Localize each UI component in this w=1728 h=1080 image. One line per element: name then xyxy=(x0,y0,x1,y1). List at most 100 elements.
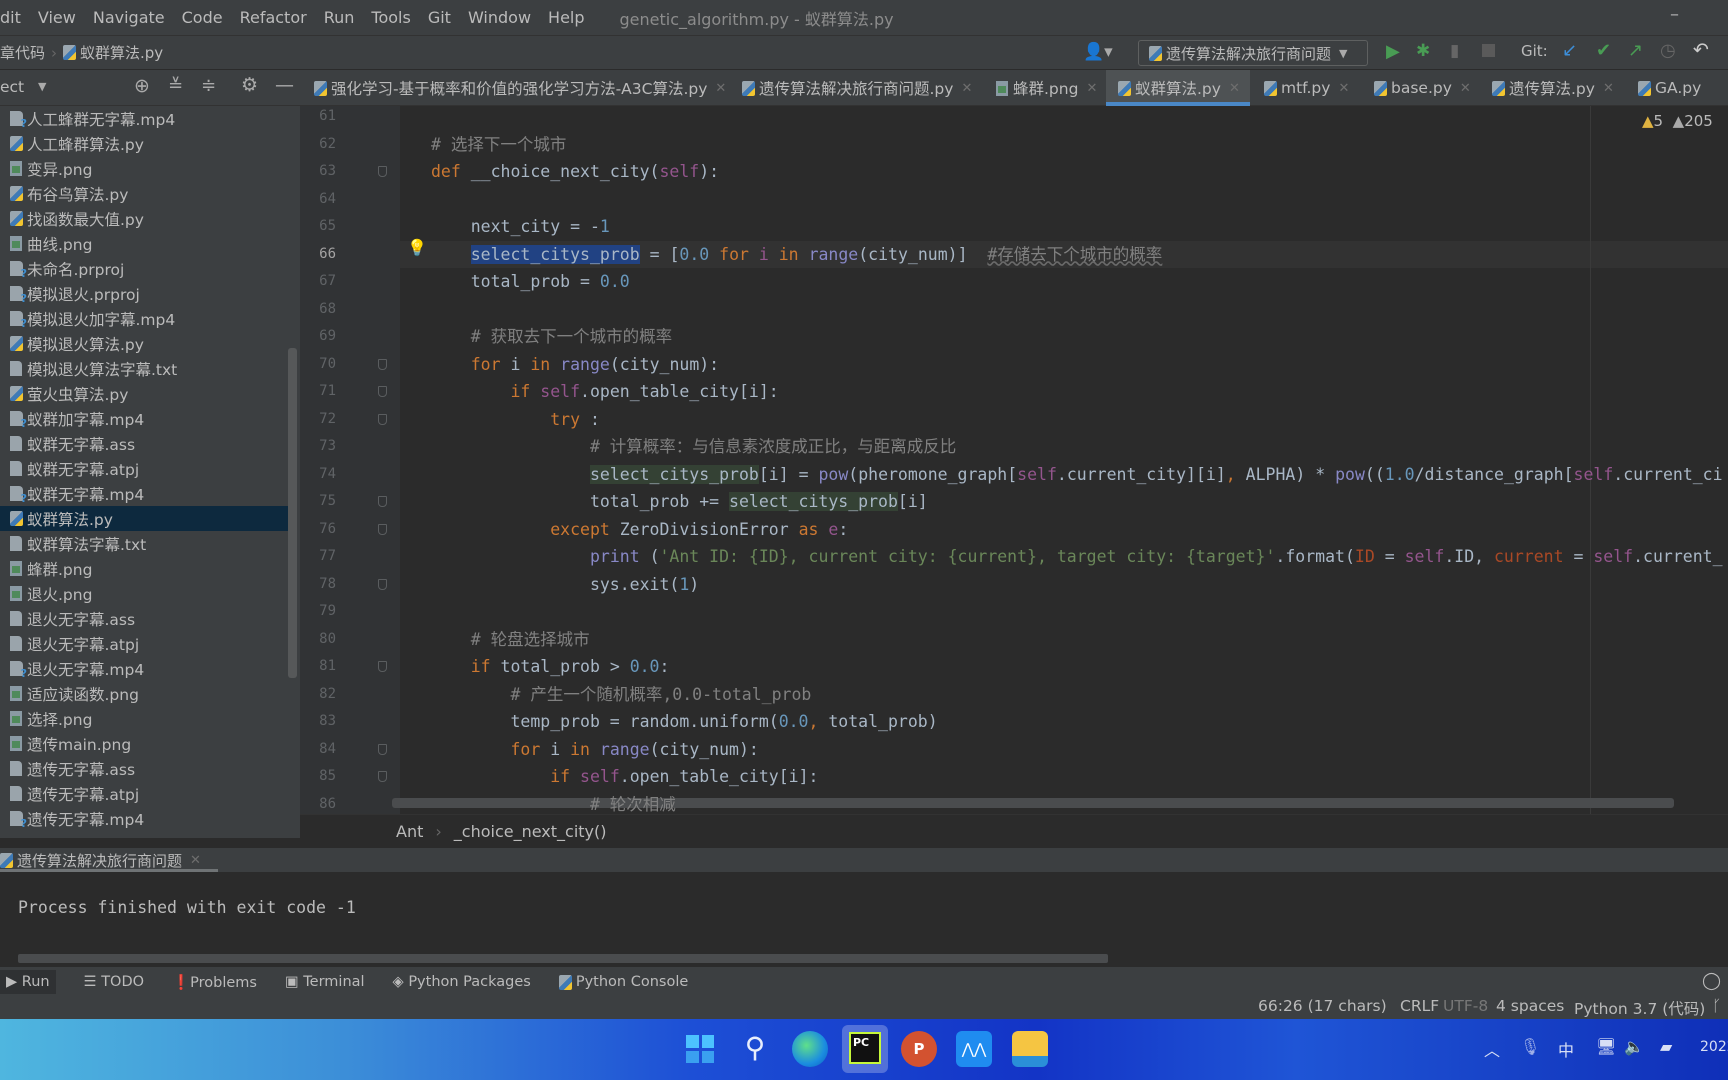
battery-icon[interactable]: ▰ xyxy=(1660,1037,1672,1056)
fold-marker-icon[interactable] xyxy=(378,578,387,590)
tab-ga[interactable]: GA.py xyxy=(1638,70,1701,106)
locate-icon[interactable]: ⊕ xyxy=(134,75,150,97)
fold-marker-icon[interactable] xyxy=(378,743,387,755)
fold-marker-icon[interactable] xyxy=(378,386,387,397)
menu-refactor[interactable]: Refactor xyxy=(240,8,307,27)
close-icon[interactable]: ✕ xyxy=(1460,81,1471,96)
file-item[interactable]: 蚁群加字幕.mp4 xyxy=(0,406,290,431)
tray-expand-icon[interactable]: ︿ xyxy=(1484,1037,1500,1061)
collapse-all-icon[interactable]: ≑ xyxy=(201,75,216,96)
file-item[interactable]: 曲线.png xyxy=(0,231,290,256)
app-icon[interactable]: ⋀⋀ xyxy=(956,1031,992,1067)
rollback-icon[interactable]: ↶ xyxy=(1693,39,1709,61)
toolwindow-run[interactable]: ▶ Run xyxy=(0,970,56,994)
file-item[interactable]: 萤火虫算法.py xyxy=(0,381,290,406)
file-item[interactable]: 模拟退火算法.py xyxy=(0,331,290,356)
toolwindow-problems[interactable]: ❗Problems xyxy=(172,974,257,991)
fold-marker-icon[interactable] xyxy=(378,523,387,535)
file-item[interactable]: 蚁群无字幕.ass xyxy=(0,431,290,456)
file-item[interactable]: 蚁群无字幕.atpj xyxy=(0,456,290,481)
menu-git[interactable]: Git xyxy=(428,8,451,27)
file-item[interactable]: 蜂群.png xyxy=(0,556,290,581)
git-update-icon[interactable]: ↙ xyxy=(1562,40,1577,61)
indent-setting[interactable]: 4 spaces xyxy=(1496,997,1564,1015)
breadcrumb-parent[interactable]: 章代码 xyxy=(0,42,45,63)
network-icon[interactable]: 🖥 xyxy=(1596,1037,1616,1056)
powerpoint-icon[interactable]: P xyxy=(901,1031,937,1067)
toolwindow-terminal[interactable]: ▣ Terminal xyxy=(285,974,365,990)
lightbulb-icon[interactable]: 💡 xyxy=(407,238,427,257)
console-scrollbar[interactable] xyxy=(18,954,1108,963)
close-icon[interactable]: ✕ xyxy=(1338,81,1349,96)
breadcrumb-method[interactable]: _choice_next_city() xyxy=(454,822,607,841)
pycharm-taskbar-button[interactable]: PC xyxy=(842,1025,888,1073)
file-item[interactable]: 布谷鸟算法.py xyxy=(0,181,290,206)
menu-tools[interactable]: Tools xyxy=(371,8,410,27)
tab-bee-png[interactable]: 蜂群.png ✕ xyxy=(996,70,1105,106)
run-tab-label[interactable]: 遗传算法解决旅行商问题 xyxy=(17,850,182,871)
git-branch-icon[interactable]: ᚴ xyxy=(1712,997,1721,1015)
file-item[interactable]: 遗传无字幕.mp4 xyxy=(0,806,290,831)
file-item[interactable]: 选择.png xyxy=(0,706,290,731)
coverage-icon[interactable]: ▮ xyxy=(1450,41,1459,61)
close-icon[interactable]: ✕ xyxy=(190,853,201,868)
toolwindow-python-packages[interactable]: ◈ Python Packages xyxy=(393,974,531,990)
file-item[interactable]: 人工蜂群算法.py xyxy=(0,131,290,156)
ime-indicator[interactable]: 中 xyxy=(1558,1037,1574,1061)
file-item[interactable]: 遗传无字幕.ass xyxy=(0,756,290,781)
git-push-icon[interactable]: ↗ xyxy=(1628,40,1643,61)
file-item[interactable]: 变异.png xyxy=(0,156,290,181)
project-view-label[interactable]: ect xyxy=(0,78,24,96)
fold-marker-icon[interactable] xyxy=(378,771,387,782)
file-item[interactable]: 未命名.prproj xyxy=(0,256,290,281)
close-icon[interactable]: ✕ xyxy=(715,81,726,96)
menu-window[interactable]: Window xyxy=(468,8,531,27)
file-item[interactable]: 蚁群算法字幕.txt xyxy=(0,531,290,556)
close-icon[interactable]: ✕ xyxy=(1603,81,1614,96)
file-item[interactable]: 模拟退火加字幕.mp4 xyxy=(0,306,290,331)
breadcrumb-class[interactable]: Ant xyxy=(396,822,423,841)
minimize-button[interactable]: – xyxy=(1670,4,1679,25)
file-item[interactable]: 退火.png xyxy=(0,581,290,606)
history-icon[interactable]: ◷ xyxy=(1660,40,1676,61)
run-config-dropdown[interactable]: 遗传算法解决旅行商问题 ▼ xyxy=(1138,40,1368,66)
toolwindow-python-console[interactable]: Python Console xyxy=(558,974,688,990)
file-item[interactable]: 找函数最大值.py xyxy=(0,206,290,231)
search-icon[interactable]: ⚲ xyxy=(737,1031,773,1067)
code-editor[interactable]: 61 62 63 64 65 66 67 68 69 70 71 72 73 74 75 76 77 78 79 80… xyxy=(300,106,1728,814)
close-icon[interactable]: ✕ xyxy=(1229,81,1240,96)
file-item[interactable]: 蚁群算法.py xyxy=(0,506,290,531)
file-item[interactable]: 退火无字幕.atpj xyxy=(0,631,290,656)
run-console[interactable]: Process finished with exit code -1 xyxy=(0,872,1728,964)
volume-icon[interactable]: 🔈 xyxy=(1624,1037,1644,1056)
close-icon[interactable]: ✕ xyxy=(961,81,972,96)
chevron-down-icon[interactable]: ▼ xyxy=(38,80,46,93)
tab-tsp[interactable]: 遗传算法解决旅行商问题.py ✕ xyxy=(742,70,980,106)
microphone-icon[interactable]: 🎙 xyxy=(1520,1037,1540,1056)
event-log-icon[interactable]: ◯ xyxy=(1702,971,1721,991)
menu-code[interactable]: Code xyxy=(182,8,223,27)
project-scrollbar[interactable] xyxy=(288,348,297,678)
menu-view[interactable]: View xyxy=(38,8,76,27)
tab-mtf[interactable]: mtf.py ✕ xyxy=(1264,70,1349,106)
file-item[interactable]: 遗传无字幕.atpj xyxy=(0,781,290,806)
menu-edit[interactable]: dit xyxy=(0,8,21,27)
fold-marker-icon[interactable] xyxy=(378,496,387,507)
file-item[interactable]: 模拟退火算法字幕.txt xyxy=(0,356,290,381)
python-interpreter[interactable]: Python 3.7 (代码) xyxy=(1574,997,1705,1019)
fold-marker-icon[interactable] xyxy=(378,661,387,672)
file-item[interactable]: 退火无字幕.ass xyxy=(0,606,290,631)
close-icon[interactable]: ✕ xyxy=(1086,81,1097,96)
fold-marker-icon[interactable] xyxy=(378,166,387,177)
file-item[interactable]: 遗传main.png xyxy=(0,731,290,756)
menu-help[interactable]: Help xyxy=(548,8,584,27)
git-commit-icon[interactable]: ✔ xyxy=(1596,40,1611,61)
file-encoding[interactable]: UTF-8 xyxy=(1443,997,1488,1015)
breadcrumb-file[interactable]: 蚁群算法.py xyxy=(80,42,163,63)
file-item[interactable]: 人工蜂群无字幕.mp4 xyxy=(0,106,290,131)
line-separator[interactable]: CRLF xyxy=(1400,997,1439,1015)
gear-icon[interactable]: ⚙ xyxy=(241,74,258,96)
expand-all-icon[interactable]: ≚ xyxy=(168,75,183,96)
user-icon[interactable]: 👤▾ xyxy=(1083,42,1113,62)
tab-a3c[interactable]: 强化学习-基于概率和价值的强化学习方法-A3C算法.py ✕ xyxy=(314,70,734,106)
